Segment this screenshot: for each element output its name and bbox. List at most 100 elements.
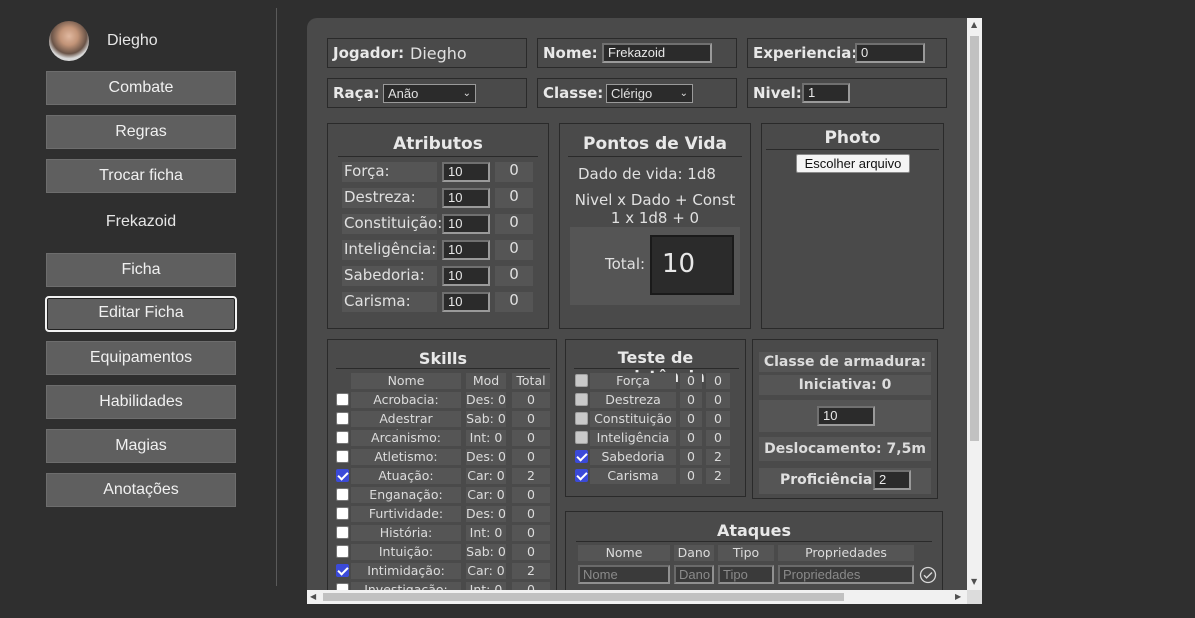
skills-title: Skills (418, 349, 468, 368)
attack-properties-input[interactable]: Propriedades (778, 565, 914, 584)
race-select[interactable]: Anão ⌄ (383, 84, 476, 103)
proficiency-label: Proficiência: (780, 472, 878, 488)
choose-file-button[interactable]: Escolher arquivo (796, 154, 910, 173)
sidebar-item-combate[interactable]: Combate (46, 71, 236, 105)
attack-properties-placeholder: Propriedades (783, 567, 861, 582)
save-mod: 0 (680, 411, 702, 427)
sidebar-item-anotacoes[interactable]: Anotações (46, 473, 236, 507)
sidebar-item-ficha[interactable]: Ficha (46, 253, 236, 287)
skill-total: 0 (512, 392, 550, 408)
skill-proficiency-checkbox[interactable] (336, 488, 349, 501)
confirm-check-icon[interactable] (919, 566, 937, 584)
save-name: Carisma (590, 468, 676, 484)
attribute-label: Força: (342, 162, 437, 182)
proficiency-input[interactable]: 2 (873, 470, 911, 490)
level-input[interactable]: 1 (802, 83, 850, 103)
combat-panel: Classe de armadura: Iniciativa: 0 10 Des… (752, 339, 938, 499)
attribute-input-forca[interactable]: 10 (442, 162, 490, 182)
attack-damage-input[interactable]: Dano (674, 565, 714, 584)
sidebar-divider (276, 8, 277, 586)
hp-panel: Pontos de Vida Dado de vida: 1d8 Nivel x… (559, 123, 751, 329)
race-label: Raça: (333, 84, 380, 102)
save-mod: 0 (680, 392, 702, 408)
skill-proficiency-checkbox[interactable] (336, 507, 349, 520)
scroll-corner (967, 590, 982, 604)
save-name: Inteligência (590, 430, 676, 446)
scroll-up-icon[interactable]: ▲ (971, 20, 977, 30)
skill-total: 0 (512, 544, 550, 560)
attack-name-input[interactable]: Nome (578, 565, 670, 584)
attribute-label: Destreza: (342, 188, 437, 208)
saves-panel: Teste de resistência Força00Destreza00Co… (565, 339, 746, 497)
class-select[interactable]: Clérigo ⌄ (606, 84, 693, 103)
class-label: Classe: (543, 84, 604, 102)
save-name: Constituição (590, 411, 676, 427)
skills-header-name: Nome (351, 373, 461, 389)
attribute-input-destreza[interactable]: 10 (442, 188, 490, 208)
attribute-input-constituicao[interactable]: 10 (442, 214, 490, 234)
skill-mod: Des: 0 (466, 506, 506, 522)
skill-proficiency-checkbox[interactable] (336, 564, 349, 577)
scroll-thumb[interactable] (970, 36, 979, 441)
attribute-input-sabedoria[interactable]: 10 (442, 266, 490, 286)
save-proficiency-checkbox[interactable] (575, 450, 588, 463)
skill-proficiency-checkbox[interactable] (336, 393, 349, 406)
save-proficiency-checkbox[interactable] (575, 412, 588, 425)
sidebar-item-magias[interactable]: Magias (46, 429, 236, 463)
skill-proficiency-checkbox[interactable] (336, 469, 349, 482)
armor-class-input[interactable]: 10 (817, 406, 875, 426)
sidebar-item-editar-ficha[interactable]: Editar Ficha (45, 296, 237, 332)
sidebar-item-trocar-ficha[interactable]: Trocar ficha (46, 159, 236, 193)
save-total: 0 (706, 430, 730, 446)
save-proficiency-checkbox[interactable] (575, 431, 588, 444)
scroll-left-icon[interactable]: ◀ (310, 592, 316, 602)
hp-total-box: Total: 10 (570, 227, 740, 305)
skill-proficiency-checkbox[interactable] (336, 412, 349, 425)
save-proficiency-checkbox[interactable] (575, 469, 588, 482)
attributes-title: Atributos (393, 134, 483, 154)
sidebar-item-habilidades[interactable]: Habilidades (46, 385, 236, 419)
save-proficiency-checkbox[interactable] (575, 374, 588, 387)
divider (576, 541, 932, 542)
avatar[interactable] (49, 21, 89, 61)
class-box: Classe: Clérigo ⌄ (537, 78, 737, 108)
race-select-value: Anão (388, 86, 419, 101)
scroll-down-icon[interactable]: ▼ (971, 577, 977, 587)
skill-name: Atuação: (351, 468, 461, 484)
skill-proficiency-checkbox[interactable] (336, 431, 349, 444)
attack-type-input[interactable]: Tipo (718, 565, 774, 584)
skill-name: Furtividade: (351, 506, 461, 522)
level-label: Nivel: (753, 84, 802, 102)
attacks-header-properties: Propriedades (778, 545, 914, 561)
vertical-scrollbar[interactable]: ▲ ▼ (967, 18, 982, 590)
chevron-down-icon: ⌄ (679, 88, 688, 99)
attribute-label: Sabedoria: (342, 266, 437, 286)
horizontal-scrollbar[interactable]: ◀ ▶ (307, 590, 967, 604)
divider (574, 368, 739, 369)
character-name-heading: Frekazoid (105, 213, 177, 230)
attribute-input-carisma[interactable]: 10 (442, 292, 490, 312)
name-input[interactable]: Frekazoid (602, 43, 712, 63)
skill-name: Arcanismo: (351, 430, 461, 446)
xp-input[interactable]: 0 (855, 43, 925, 63)
skill-total: 2 (512, 563, 550, 579)
skill-total: 0 (512, 411, 550, 427)
save-name: Destreza (590, 392, 676, 408)
sidebar-item-equipamentos[interactable]: Equipamentos (46, 341, 236, 375)
skill-proficiency-checkbox[interactable] (336, 545, 349, 558)
sidebar-item-regras[interactable]: Regras (46, 115, 236, 149)
save-mod: 0 (680, 468, 702, 484)
scroll-right-icon[interactable]: ▶ (955, 592, 961, 602)
hp-total-label: Total: (605, 255, 646, 273)
scroll-thumb[interactable] (323, 593, 844, 601)
attribute-input-inteligencia[interactable]: 10 (442, 240, 490, 260)
attack-damage-placeholder: Dano (679, 567, 711, 582)
save-proficiency-checkbox[interactable] (575, 393, 588, 406)
attribute-mod: 0 (495, 162, 533, 182)
save-mod: 0 (680, 373, 702, 389)
skill-proficiency-checkbox[interactable] (336, 526, 349, 539)
hit-die-line: Dado de vida: 1d8 (578, 165, 716, 183)
speed-label: Deslocamento: 7,5m (759, 437, 931, 461)
divider (338, 156, 538, 157)
skill-proficiency-checkbox[interactable] (336, 450, 349, 463)
